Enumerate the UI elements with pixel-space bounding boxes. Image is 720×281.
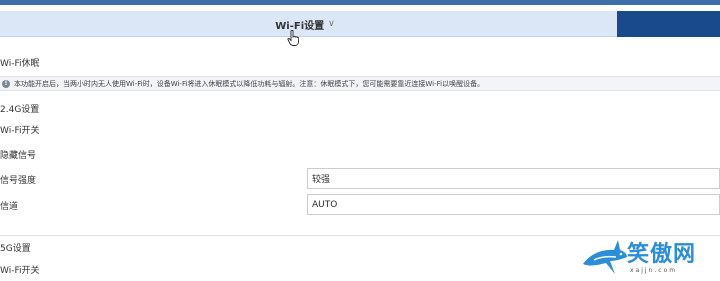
tab-wifi-settings-label: Wi-Fi设置 xyxy=(275,20,325,32)
wifi-sleep-title: Wi-Fi休眠 xyxy=(0,59,40,69)
sleep-notice: ! 本功能开启后，当两小时内无人使用Wi-Fi时，设备Wi-Fi将进入休眠模式以… xyxy=(0,76,720,91)
channel-label: 信道 xyxy=(0,202,19,212)
top-bar xyxy=(0,0,720,5)
signal-strength-select[interactable]: 较强 xyxy=(307,168,720,189)
info-icon: ! xyxy=(2,79,10,88)
chevron-down-icon: ∨ xyxy=(328,19,335,29)
tab-wifi-settings[interactable]: Wi-Fi设置 ∨ xyxy=(255,11,355,37)
watermark-title: 笑傲网 xyxy=(627,241,697,267)
wifi-settings-page: Wi-Fi设置 ∨ Wi-Fi休眠 ! 本功能开启后，当两小时内无人使用Wi-F… xyxy=(0,0,720,281)
band-5g-title: 5G设置 xyxy=(0,244,31,254)
band-24g-wifi-switch-label: Wi-Fi开关 xyxy=(0,126,40,136)
signal-strength-value: 较强 xyxy=(312,175,331,185)
site-watermark: 笑傲网 xajjn.com xyxy=(580,234,720,281)
signal-strength-label: 信号强度 xyxy=(0,176,37,186)
tab-strip-right-block[interactable] xyxy=(617,11,720,37)
channel-select[interactable]: AUTO xyxy=(307,194,720,215)
band-5g-wifi-switch-label: Wi-Fi开关 xyxy=(0,266,40,276)
hidden-ssid-label: 隐藏信号 xyxy=(0,151,37,161)
mouse-cursor-icon xyxy=(287,30,299,46)
watermark-url: xajjn.com xyxy=(630,267,678,274)
tab-strip: Wi-Fi设置 ∨ xyxy=(0,11,720,37)
sleep-notice-text: 本功能开启后，当两小时内无人使用Wi-Fi时，设备Wi-Fi将进入休眠模式以降低… xyxy=(14,79,485,88)
channel-value: AUTO xyxy=(312,199,338,210)
shark-logo-icon xyxy=(583,240,627,274)
band-24g-title: 2.4G设置 xyxy=(0,105,40,115)
